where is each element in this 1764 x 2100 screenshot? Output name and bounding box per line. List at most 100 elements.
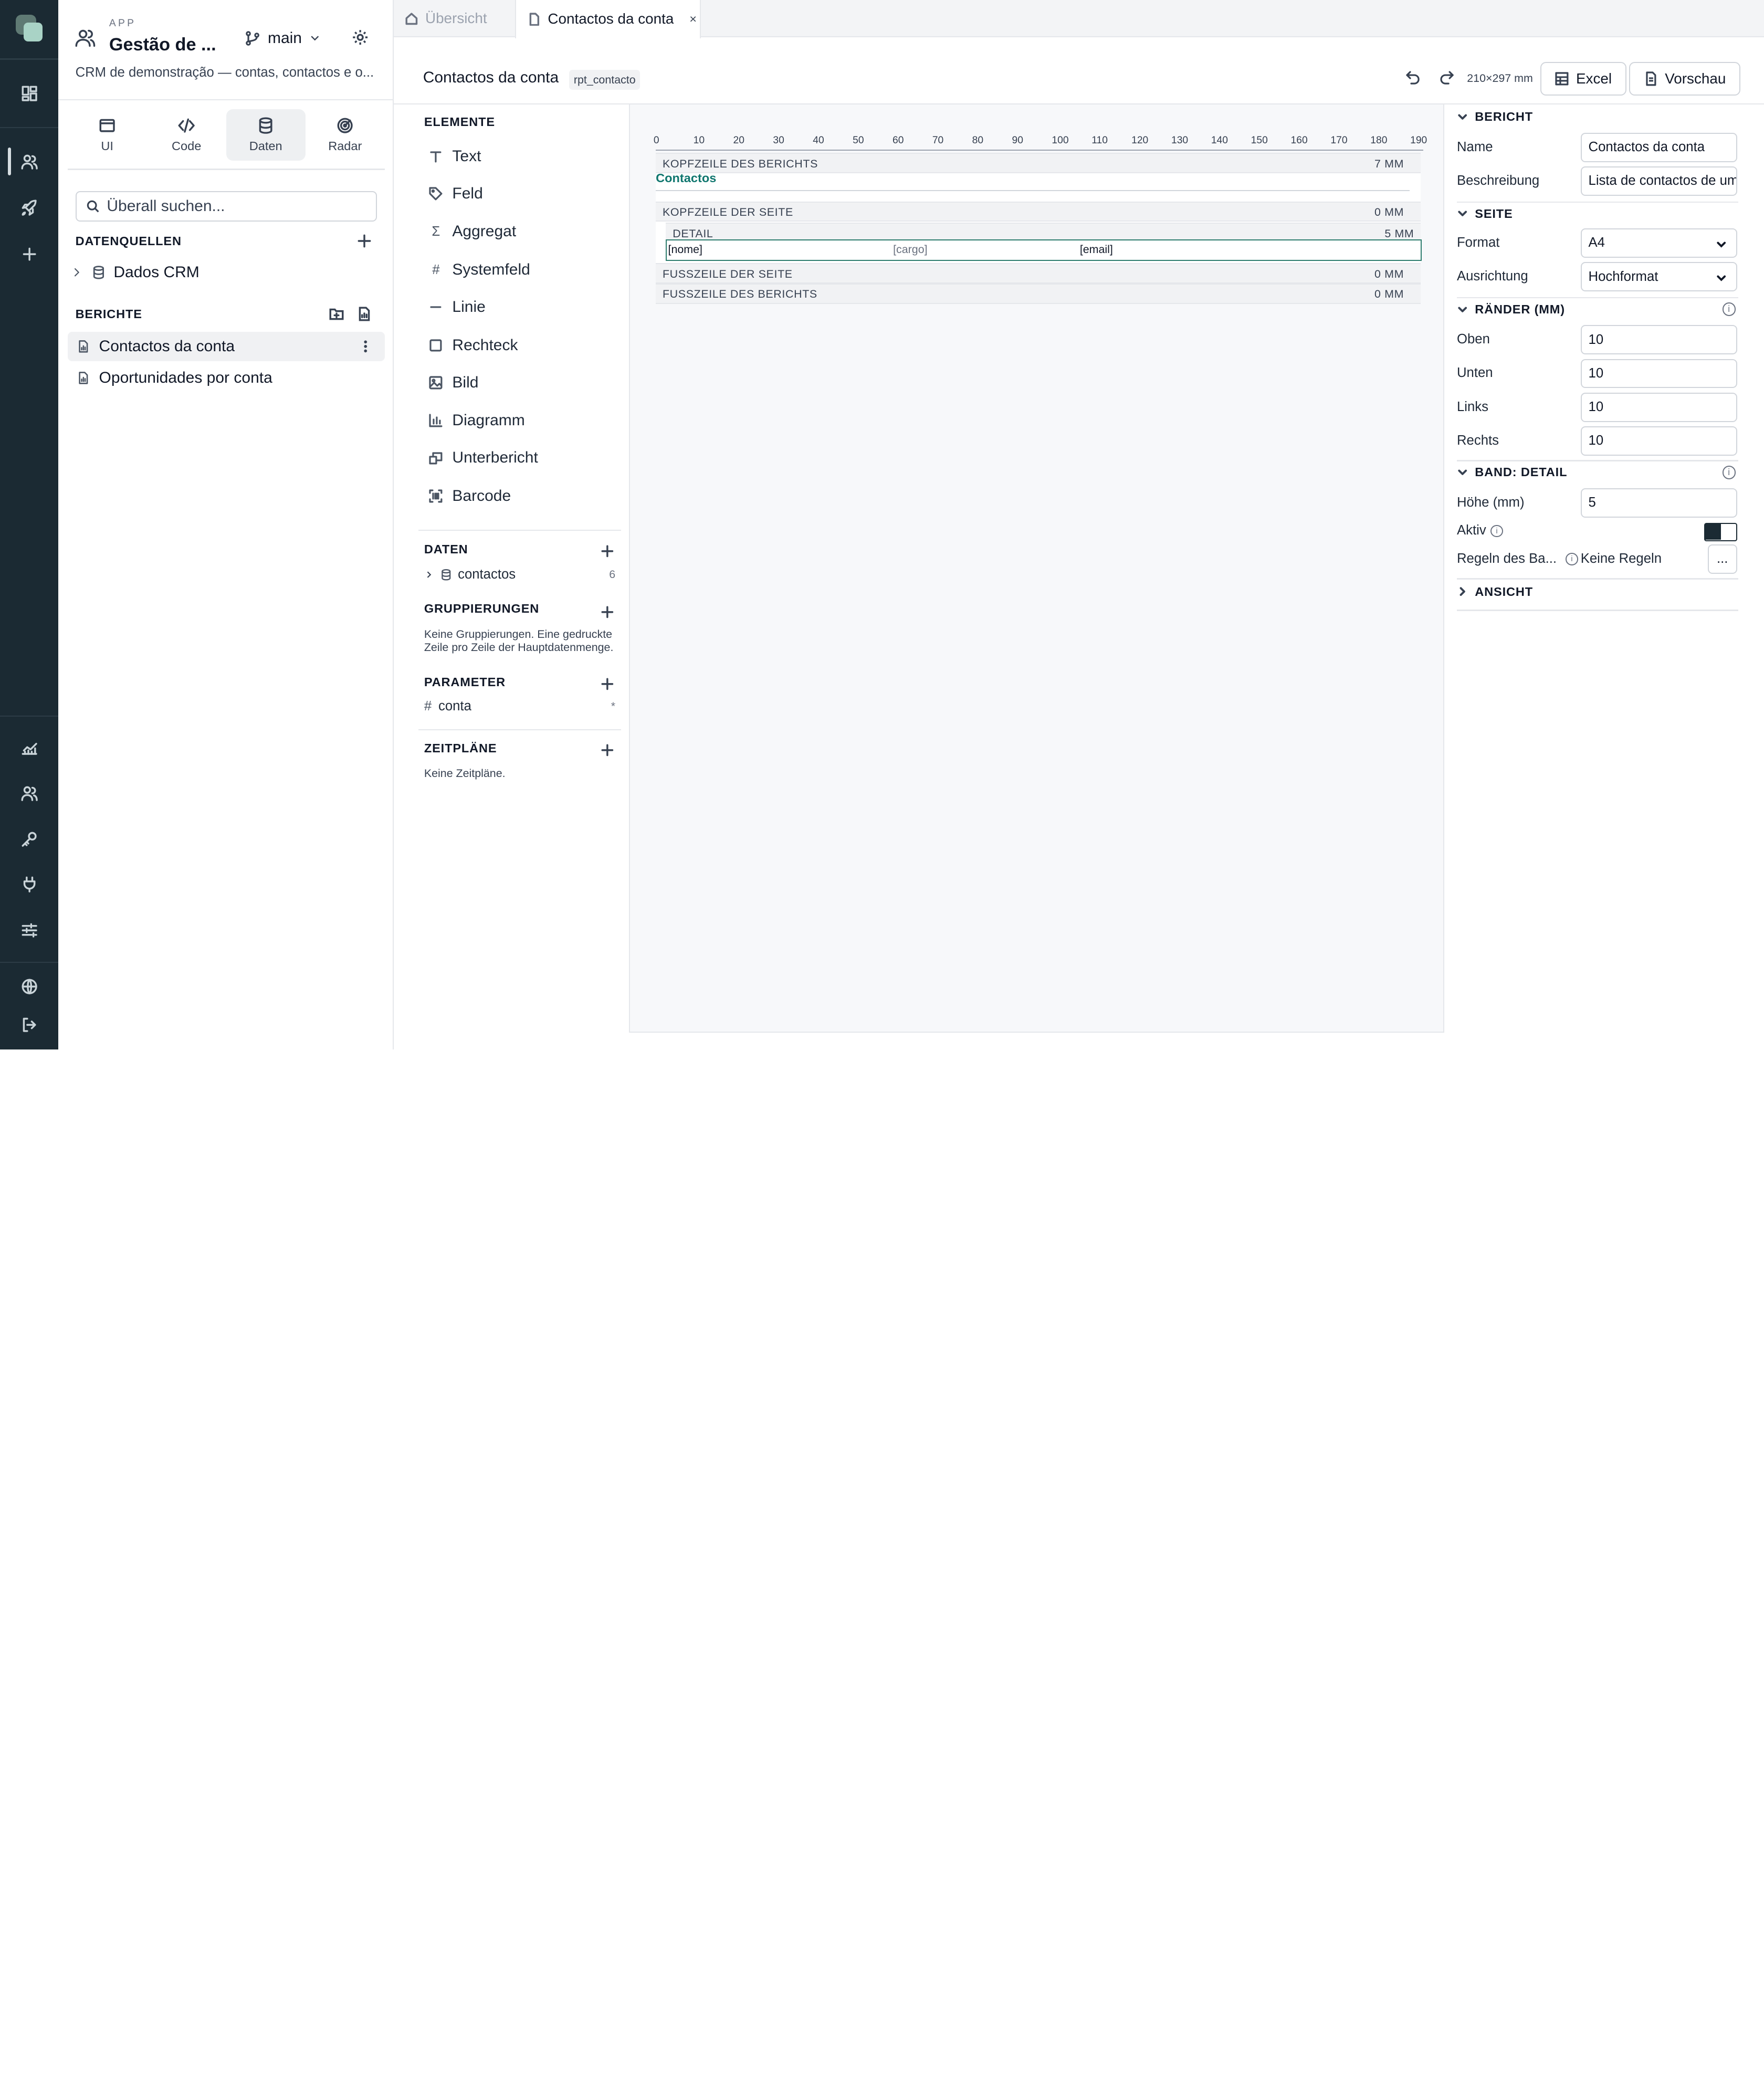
parameter-name: conta	[438, 699, 471, 714]
globe-icon[interactable]	[18, 975, 40, 998]
mode-radar[interactable]: Radar	[306, 109, 385, 161]
margin-right-input[interactable]: 10	[1580, 426, 1737, 456]
element-subreport[interactable]: Unterbericht	[428, 446, 538, 470]
band-height-input[interactable]: 5	[1580, 488, 1737, 518]
info-icon[interactable]: i	[1490, 524, 1503, 538]
band-active-toggle[interactable]	[1704, 523, 1737, 541]
design-canvas[interactable]: 0 10 20 30 40 50 60 70 80 90 100 110 120 130 140 150 160…	[628, 104, 1445, 1033]
report-page[interactable]: KOPFZEILE DES BERICHTS 7 MM Contactos KO…	[656, 153, 1422, 304]
element-rectangle[interactable]: Rechteck	[428, 333, 518, 358]
new-folder-button[interactable]	[329, 306, 344, 322]
name-input[interactable]: Contactos da conta	[1580, 132, 1737, 162]
plug-icon[interactable]	[18, 873, 40, 896]
chart-icon[interactable]	[18, 736, 40, 758]
add-data-button[interactable]	[601, 542, 614, 558]
app-label: APP	[109, 18, 136, 29]
datasource-label: Dados CRM	[113, 263, 200, 281]
new-report-button[interactable]	[356, 306, 372, 322]
tab-report[interactable]: Contactos da conta ×	[515, 0, 701, 38]
radar-icon	[337, 118, 353, 133]
add-parameter-button[interactable]	[601, 675, 614, 690]
database-icon	[442, 569, 451, 581]
field-email[interactable]: [email]	[1080, 243, 1113, 256]
orientation-select[interactable]: Hochformat	[1580, 262, 1737, 291]
more-vertical-icon[interactable]	[358, 339, 373, 354]
element-chart[interactable]: Diagramm	[428, 408, 525, 433]
element-image[interactable]: Bild	[428, 370, 478, 395]
users-icon[interactable]	[18, 151, 40, 173]
element-systemfield[interactable]: # Systemfeld	[428, 258, 530, 282]
report-item-selected[interactable]: Contactos da conta	[67, 332, 385, 361]
rocket-icon[interactable]	[18, 197, 40, 219]
field-nome[interactable]: [nome]	[668, 243, 702, 256]
format-select[interactable]: A4	[1580, 228, 1737, 258]
dataset-item[interactable]: contactos 6	[424, 567, 615, 583]
tab-overview[interactable]: Übersicht	[394, 0, 515, 37]
edit-rules-button[interactable]: ...	[1707, 544, 1737, 574]
add-schedule-button[interactable]	[601, 741, 614, 757]
logout-icon[interactable]	[18, 1014, 40, 1036]
key-icon[interactable]	[18, 828, 40, 850]
element-line[interactable]: Linie	[428, 295, 486, 319]
field-cargo[interactable]: [cargo]	[893, 243, 927, 256]
report-icon	[79, 340, 88, 353]
groupings-title: GRUPPIERUNGEN	[424, 602, 540, 616]
app-logo[interactable]	[16, 14, 43, 42]
margin-right-label: Rechts	[1456, 433, 1499, 448]
element-field[interactable]: Feld	[428, 181, 483, 206]
image-icon	[429, 376, 443, 390]
mode-ui[interactable]: UI	[68, 109, 147, 161]
mode-code[interactable]: Code	[147, 109, 226, 161]
app-title[interactable]: Gestão de ...	[109, 35, 216, 55]
band-report-header[interactable]: KOPFZEILE DES BERICHTS 7 MM	[656, 153, 1421, 173]
report-item[interactable]: Oportunidades por conta	[68, 363, 385, 393]
info-icon[interactable]: i	[1566, 553, 1578, 565]
search-input[interactable]	[107, 197, 366, 216]
band-page-header[interactable]: KOPFZEILE DER SEITE 0 MM	[656, 201, 1421, 222]
info-icon[interactable]: i	[1722, 466, 1736, 479]
add-icon[interactable]	[18, 243, 40, 266]
datasource-item[interactable]: Dados CRM	[68, 258, 385, 287]
section-margins[interactable]: RÄNDER (MM) i	[1457, 298, 1738, 321]
sliders-icon[interactable]	[18, 919, 40, 942]
add-datasource-button[interactable]	[356, 233, 372, 249]
margin-top-input[interactable]: 10	[1580, 325, 1737, 354]
section-page[interactable]: SEITE	[1457, 203, 1738, 225]
undo-icon[interactable]	[1405, 69, 1423, 87]
team-icon[interactable]	[18, 782, 40, 804]
schedules-note: Keine Zeitpläne.	[424, 767, 506, 780]
section-band-detail[interactable]: BAND: DETAIL i	[1457, 461, 1738, 484]
dashboard-icon[interactable]	[18, 82, 40, 104]
element-aggregate[interactable]: Σ Aggregat	[428, 219, 516, 244]
format-label: Format	[1456, 235, 1500, 250]
close-icon[interactable]: ×	[689, 12, 697, 26]
report-plus-icon	[359, 307, 370, 321]
band-page-footer[interactable]: FUSSZEILE DER SEITE 0 MM	[656, 263, 1421, 284]
margin-bottom-input[interactable]: 10	[1580, 359, 1737, 388]
gear-icon[interactable]	[351, 28, 372, 49]
mode-daten[interactable]: Daten	[226, 109, 306, 161]
ruler-tick: 20	[733, 135, 744, 146]
redo-icon[interactable]	[1438, 69, 1456, 87]
chevron-down-icon	[311, 36, 319, 41]
branch-selector[interactable]: main	[244, 28, 321, 49]
description-input[interactable]: Lista de contactos de uma conta	[1580, 166, 1737, 196]
plus-icon	[601, 678, 614, 690]
report-header-text[interactable]: Contactos	[656, 171, 716, 185]
parameter-item[interactable]: # conta *	[424, 699, 615, 715]
info-icon[interactable]: i	[1722, 302, 1736, 317]
element-barcode[interactable]: Barcode	[428, 484, 511, 508]
chevron-down-icon	[1716, 272, 1727, 287]
margin-left-input[interactable]: 10	[1580, 392, 1737, 422]
element-text[interactable]: Text	[428, 144, 481, 169]
add-grouping-button[interactable]	[601, 603, 614, 618]
detail-row[interactable]: [nome] [cargo] [email]	[666, 239, 1422, 261]
section-view[interactable]: ANSICHT	[1457, 581, 1738, 603]
band-report-footer[interactable]: FUSSZEILE DES BERICHTS 0 MM	[656, 283, 1421, 304]
preview-button[interactable]: Vorschau	[1629, 61, 1741, 96]
name-label: Name	[1456, 139, 1493, 154]
ruler-tick: 100	[1052, 135, 1069, 146]
excel-button[interactable]: Excel	[1540, 61, 1626, 96]
section-report[interactable]: BERICHT	[1457, 106, 1738, 128]
groupings-note: Keine Gruppierungen. Eine gedruckte Zeil…	[424, 627, 614, 654]
